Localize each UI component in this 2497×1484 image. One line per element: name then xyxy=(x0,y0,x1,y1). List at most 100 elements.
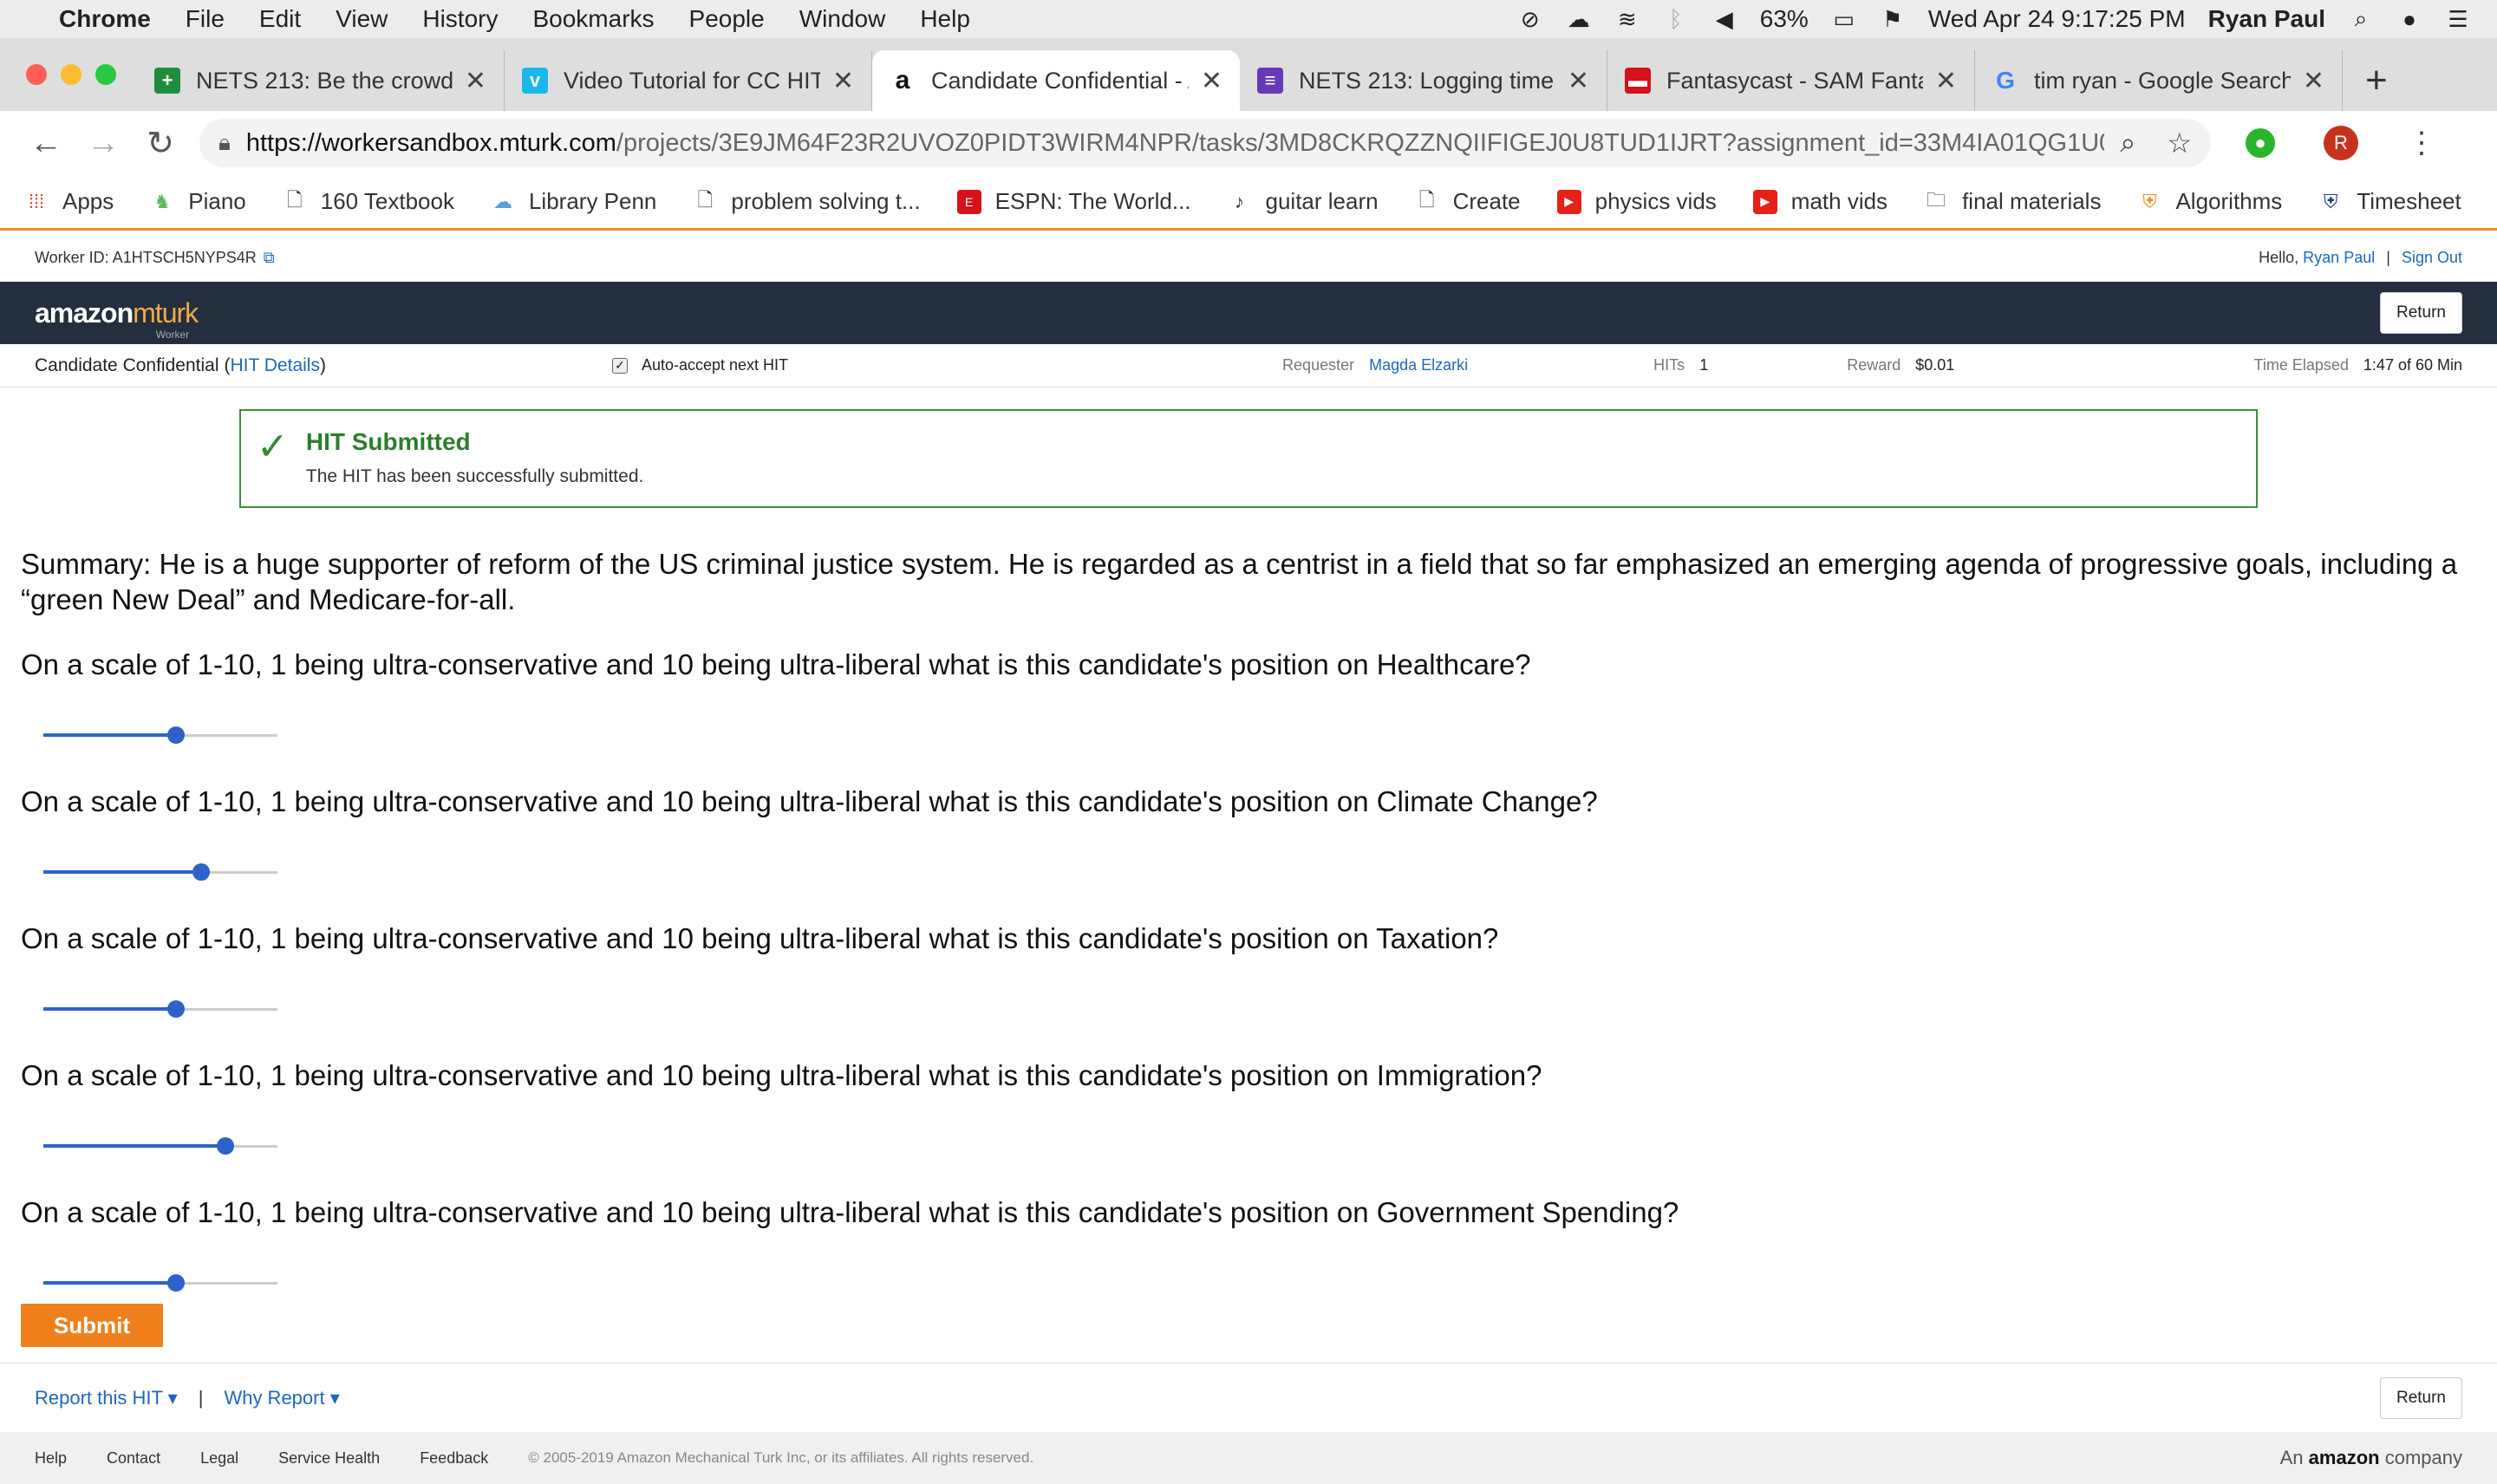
menu-app-name[interactable]: Chrome xyxy=(59,5,151,33)
close-tab-icon[interactable]: ✕ xyxy=(832,66,854,96)
footer-service-health-link[interactable]: Service Health xyxy=(278,1449,380,1468)
spotlight-search-icon[interactable]: ⌕ xyxy=(2348,5,2374,32)
bookmark-timesheet[interactable]: ⛨ Timesheet xyxy=(2318,188,2461,215)
espn-icon: E xyxy=(956,189,981,214)
menu-bookmarks[interactable]: Bookmarks xyxy=(532,5,654,33)
bookmark-library-penn[interactable]: ☁ Library Penn xyxy=(491,188,656,215)
tab-nets213-crowd[interactable]: + NETS 213: Be the crowd fo ✕ xyxy=(137,50,505,111)
footer-feedback-link[interactable]: Feedback xyxy=(420,1449,488,1468)
close-window-icon[interactable] xyxy=(26,64,47,85)
bookmark-create[interactable]: 🗋 Create xyxy=(1415,188,1521,215)
slider-thumb[interactable] xyxy=(217,1137,234,1155)
bookmark-star-icon[interactable]: ☆ xyxy=(2167,127,2192,159)
notification-center-icon[interactable]: ☰ xyxy=(2445,6,2471,32)
do-not-disturb-icon[interactable]: ⊘ xyxy=(1517,6,1543,32)
footer-legal-link[interactable]: Legal xyxy=(200,1449,238,1468)
slider-thumb[interactable] xyxy=(192,863,210,881)
back-arrow-icon[interactable]: ← xyxy=(17,125,75,162)
bookmark-math-vids[interactable]: ▶ math vids xyxy=(1752,188,1887,215)
user-name-link[interactable]: Ryan Paul xyxy=(2303,249,2375,266)
menu-help[interactable]: Help xyxy=(920,5,970,33)
auto-accept-checkbox[interactable]: ✓ xyxy=(611,357,628,374)
worker-bar: Worker ID: A1HTSCH5NYPS4R ⧉ Hello, Ryan … xyxy=(0,233,2497,282)
immigration-slider[interactable] xyxy=(43,1136,277,1156)
menu-history[interactable]: History xyxy=(422,5,498,33)
menu-clock[interactable]: Wed Apr 24 9:17:25 PM xyxy=(1928,5,2186,33)
siri-icon[interactable]: ● xyxy=(2396,6,2422,32)
copy-icon[interactable]: ⧉ xyxy=(264,249,275,267)
time-elapsed-label: Time Elapsed xyxy=(2253,356,2349,374)
bluetooth-icon[interactable]: ᛒ xyxy=(1663,6,1689,32)
slider-fill xyxy=(43,870,201,874)
new-tab-icon[interactable]: + xyxy=(2343,50,2410,111)
government-spending-slider[interactable] xyxy=(43,1272,277,1293)
address-bar[interactable]: 🔒︎ https://workersandbox.mturk.com /proj… xyxy=(199,119,2211,167)
close-tab-icon[interactable]: ✕ xyxy=(1568,66,1589,96)
browser-toolbar: ← → ↻ 🔒︎ https://workersandbox.mturk.com… xyxy=(0,111,2497,175)
close-tab-icon[interactable]: ✕ xyxy=(2303,66,2324,96)
why-report-link[interactable]: Why Report ▾ xyxy=(224,1387,339,1409)
lock-icon[interactable]: 🔒︎ xyxy=(218,129,231,157)
bookmark-problem-solving[interactable]: 🗋 problem solving t... xyxy=(693,188,921,215)
bookmark-apps[interactable]: ⁞⁞⁞ Apps xyxy=(24,188,114,215)
wifi-icon[interactable]: ≋ xyxy=(1614,6,1640,32)
banner-message: The HIT has been successfully submitted. xyxy=(305,466,644,486)
taxation-slider[interactable] xyxy=(43,999,277,1019)
bookmark-160-textbook[interactable]: 🗋 160 Textbook xyxy=(283,188,454,215)
hit-details-link[interactable]: HIT Details xyxy=(230,355,319,376)
bookmark-physics-vids[interactable]: ▶ physics vids xyxy=(1556,188,1717,215)
tab-nets213-logging[interactable]: ≡ NETS 213: Logging time fo ✕ xyxy=(1240,50,1607,111)
bookmark-piano[interactable]: ♞ Piano xyxy=(150,188,245,215)
close-tab-icon[interactable]: ✕ xyxy=(1201,66,1222,96)
zoom-window-icon[interactable] xyxy=(95,64,116,85)
healthcare-slider[interactable] xyxy=(43,725,277,745)
menu-user[interactable]: Ryan Paul xyxy=(2208,5,2325,33)
footer-contact-link[interactable]: Contact xyxy=(107,1449,160,1468)
close-tab-icon[interactable]: ✕ xyxy=(465,66,486,96)
bookmark-final-materials[interactable]: 🗀 final materials xyxy=(1924,188,2101,215)
sign-out-link[interactable]: Sign Out xyxy=(2402,249,2462,266)
climate-change-slider[interactable] xyxy=(43,862,277,882)
chrome-menu-icon[interactable]: ⋮ xyxy=(2407,126,2436,160)
reload-icon[interactable]: ↻ xyxy=(132,124,189,163)
caret-down-icon: ▾ xyxy=(167,1386,178,1409)
minimize-window-icon[interactable] xyxy=(61,64,81,85)
return-button-bottom[interactable]: Return xyxy=(2379,1377,2462,1419)
battery-icon[interactable]: ▭ xyxy=(1831,6,1857,32)
menu-view[interactable]: View xyxy=(336,5,388,33)
tab-video-tutorial[interactable]: v Video Tutorial for CC HITs ✕ xyxy=(505,50,872,111)
tab-candidate-confidential[interactable]: a Candidate Confidential - A ✕ xyxy=(872,50,1240,111)
us-flag-icon[interactable]: ⚑ xyxy=(1880,6,1906,32)
mturk-brand-bar: amazonmturk Worker Return xyxy=(0,282,2497,344)
report-hit-link[interactable]: Report this HIT ▾ xyxy=(35,1387,178,1409)
footer-help-link[interactable]: Help xyxy=(35,1449,67,1468)
profile-avatar[interactable]: R xyxy=(2324,126,2358,160)
battery-percent: 63% xyxy=(1759,5,1809,32)
bookmark-guitar-learn[interactable]: ♪ guitar learn xyxy=(1228,188,1379,215)
volume-icon[interactable]: ◀ xyxy=(1711,6,1737,32)
creative-cloud-icon[interactable]: ☁ xyxy=(1566,6,1592,32)
menu-people[interactable]: People xyxy=(689,5,765,33)
bookmark-espn[interactable]: E ESPN: The World... xyxy=(956,188,1191,215)
slider-thumb[interactable] xyxy=(167,1000,185,1018)
zoom-icon[interactable]: ⌕ xyxy=(2120,127,2135,159)
menu-window[interactable]: Window xyxy=(799,5,886,33)
amazon-company-logo[interactable]: An amazon company xyxy=(2280,1447,2462,1469)
menu-edit[interactable]: Edit xyxy=(259,5,301,33)
mturk-logo[interactable]: amazonmturk Worker xyxy=(35,297,199,341)
browser-tab-strip: + NETS 213: Be the crowd fo ✕ v Video Tu… xyxy=(0,38,2497,111)
tab-google-search[interactable]: G tim ryan - Google Search ✕ xyxy=(1975,50,2343,111)
menu-file[interactable]: File xyxy=(186,5,225,33)
submit-button[interactable]: Submit xyxy=(21,1304,163,1347)
forward-arrow-icon[interactable]: → xyxy=(75,125,132,162)
tab-fantasycast[interactable]: ▬ Fantasycast - SAM Fantas ✕ xyxy=(1607,50,1975,111)
return-button[interactable]: Return xyxy=(2379,292,2462,334)
requester-link[interactable]: Magda Elzarki xyxy=(1369,356,1468,374)
bookmark-algorithms[interactable]: ⛨ Algorithms xyxy=(2137,188,2282,215)
tab-label: Video Tutorial for CC HITs xyxy=(564,67,820,94)
youtube-icon: ▶ xyxy=(1752,189,1777,214)
extension-icon[interactable]: ● xyxy=(2246,128,2275,158)
close-tab-icon[interactable]: ✕ xyxy=(1935,66,1957,96)
slider-thumb[interactable] xyxy=(167,1274,185,1292)
slider-thumb[interactable] xyxy=(167,726,185,744)
